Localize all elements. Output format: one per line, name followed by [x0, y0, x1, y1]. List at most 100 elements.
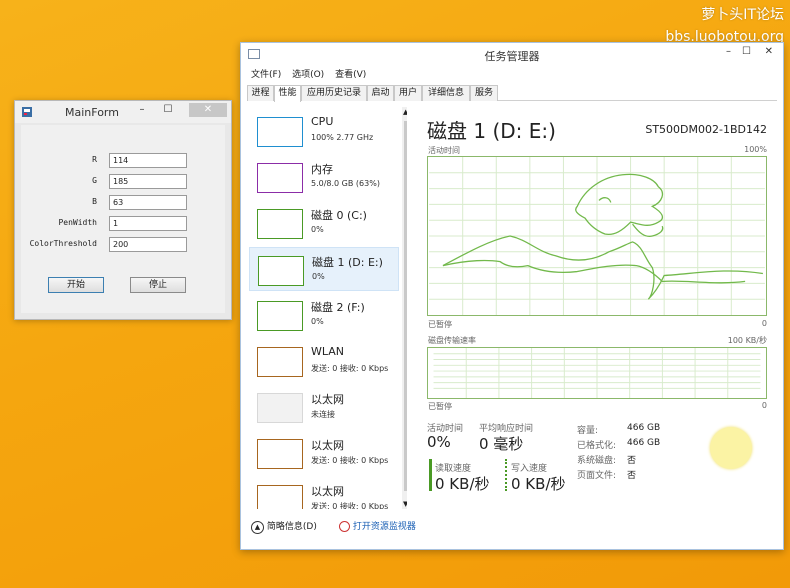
field-label-r: R	[92, 155, 97, 164]
mainform-titlebar[interactable]: MainForm – ☐ ✕	[15, 101, 231, 123]
sidebar-item-name: 以太网	[311, 393, 344, 406]
transfer-graph-zero: 0	[761, 401, 767, 410]
b-input[interactable]: 63	[109, 195, 187, 210]
resource-monitor-icon	[339, 521, 350, 532]
sidebar-item-sub: 5.0/8.0 GB (63%)	[311, 179, 380, 188]
mainform-window: MainForm – ☐ ✕ R 114 G 185 B 63 PenWidth…	[14, 100, 232, 320]
sidebar-item-memory[interactable]: 内存 5.0/8.0 GB (63%)	[249, 155, 399, 199]
close-button[interactable]: ✕	[765, 46, 773, 57]
sidebar-item-sub: 发送: 0 接收: 0 Kbps	[311, 502, 389, 509]
field-label-g: G	[92, 176, 97, 185]
tab-services[interactable]: 服务	[470, 85, 498, 101]
write-speed-value: 0 KB/秒	[511, 475, 566, 493]
sidebar-item-name: 以太网	[311, 485, 344, 498]
g-input[interactable]: 185	[109, 174, 187, 189]
mainform-title: MainForm	[65, 106, 119, 119]
write-indicator	[505, 459, 507, 491]
chevron-up-icon: ▲	[251, 521, 264, 534]
maximize-button[interactable]: ☐	[157, 103, 179, 117]
open-resmon-label: 打开资源监视器	[352, 522, 416, 532]
tab-performance[interactable]: 性能	[274, 85, 301, 102]
form-app-icon	[22, 107, 32, 117]
sidebar-item-ethernet-3[interactable]: 以太网 发送: 0 接收: 0 Kbps	[249, 477, 399, 509]
system-disk-value: 否	[627, 456, 637, 466]
menu-view[interactable]: 查看(V)	[335, 70, 366, 80]
activity-graph	[427, 156, 767, 316]
sidebar-item-sub: 发送: 0 接收: 0 Kbps	[311, 456, 389, 465]
sidebar-item-sub: 0%	[311, 317, 324, 326]
stop-button[interactable]: 停止	[130, 277, 186, 293]
menu-options[interactable]: 选项(O)	[292, 70, 324, 80]
sidebar-item-disk0[interactable]: 磁盘 0 (C:) 0%	[249, 201, 399, 245]
page-file-key: 页面文件:	[577, 471, 617, 481]
field-label-penwidth: PenWidth	[58, 218, 97, 227]
sidebar-item-wlan[interactable]: WLAN 发送: 0 接收: 0 Kbps	[249, 339, 399, 383]
disk2-thumb	[257, 301, 303, 331]
sidebar-item-ethernet-2[interactable]: 以太网 发送: 0 接收: 0 Kbps	[249, 431, 399, 475]
system-disk-key: 系统磁盘:	[577, 456, 617, 466]
ethernet-thumb	[257, 439, 303, 469]
close-button[interactable]: ✕	[189, 103, 227, 117]
task-manager-window: 任务管理器 – ☐ ✕ 文件(F) 选项(O) 查看(V) 进程 性能 应用历史…	[240, 42, 784, 550]
sidebar-item-disk1[interactable]: 磁盘 1 (D: E:) 0%	[249, 247, 399, 291]
cursor-highlight-circle	[710, 427, 752, 469]
sidebar-scrollbar[interactable]: ▲ ▼	[402, 107, 407, 509]
tab-bar: 进程 性能 应用历史记录 启动 用户 详细信息 服务	[247, 85, 777, 102]
taskmgr-title: 任务管理器	[484, 50, 540, 63]
sidebar-item-sub: 发送: 0 接收: 0 Kbps	[311, 364, 389, 373]
sidebar-item-name: WLAN	[311, 345, 345, 358]
tab-app-history[interactable]: 应用历史记录	[301, 85, 367, 101]
ethernet-thumb	[257, 485, 303, 509]
disk1-thumb	[258, 256, 304, 286]
maximize-button[interactable]: ☐	[742, 46, 751, 57]
sidebar-item-disk2[interactable]: 磁盘 2 (F:) 0%	[249, 293, 399, 337]
tab-startup[interactable]: 启动	[367, 85, 394, 101]
start-button[interactable]: 开始	[48, 277, 104, 293]
sidebar-item-name: 磁盘 2 (F:)	[311, 301, 365, 314]
transfer-graph-max: 100 KB/秒	[727, 336, 767, 345]
tab-details[interactable]: 详细信息	[422, 85, 470, 101]
sidebar-item-sub: 100% 2.77 GHz	[311, 133, 374, 142]
sidebar-item-ethernet-1[interactable]: 以太网 未连接	[249, 385, 399, 429]
sidebar-item-name: 磁盘 1 (D: E:)	[312, 256, 383, 269]
less-details-label: 简略信息(D)	[266, 522, 317, 532]
activity-graph-status: 已暂停	[428, 320, 452, 329]
response-time-value: 0 毫秒	[479, 435, 524, 453]
penwidth-input[interactable]: 1	[109, 216, 187, 231]
open-resmon-link[interactable]: 打开资源监视器	[339, 519, 416, 532]
activity-graph-zero: 0	[761, 319, 767, 328]
field-label-b: B	[92, 197, 97, 206]
activity-curve	[442, 173, 763, 300]
less-details-link[interactable]: ▲ 简略信息(D)	[251, 519, 317, 534]
tab-users[interactable]: 用户	[394, 85, 422, 101]
sidebar-item-name: 磁盘 0 (C:)	[311, 209, 367, 222]
sidebar-item-cpu[interactable]: CPU 100% 2.77 GHz	[249, 109, 399, 153]
activity-graph-max: 100%	[744, 145, 767, 154]
minimize-button[interactable]: –	[726, 46, 731, 57]
taskmgr-titlebar[interactable]: 任务管理器 – ☐ ✕	[241, 43, 783, 65]
cpu-thumb	[257, 117, 303, 147]
mainform-body: R 114 G 185 B 63 PenWidth 1 ColorThresho…	[21, 125, 225, 313]
sidebar-item-sub: 0%	[311, 225, 324, 234]
scroll-up-icon[interactable]: ▲	[403, 108, 407, 116]
transfer-graph-label: 磁盘传输速率	[428, 336, 476, 345]
wlan-thumb	[257, 347, 303, 377]
disk-title: 磁盘 1 (D: E:)	[427, 119, 556, 143]
field-label-colorthreshold: ColorThreshold	[29, 239, 97, 248]
capacity-value: 466 GB	[627, 423, 661, 433]
ethernet-thumb	[257, 393, 303, 423]
perf-sidebar: CPU 100% 2.77 GHz 内存 5.0/8.0 GB (63%) 磁盘…	[247, 107, 407, 509]
tab-processes[interactable]: 进程	[247, 85, 274, 101]
disk0-thumb	[257, 209, 303, 239]
scroll-thumb[interactable]	[404, 121, 407, 491]
sidebar-item-name: 内存	[311, 163, 333, 176]
minimize-button[interactable]: –	[131, 103, 153, 117]
activity-graph-label: 活动时间	[428, 146, 460, 155]
scroll-down-icon[interactable]: ▼	[403, 500, 407, 508]
menu-file[interactable]: 文件(F)	[251, 70, 281, 80]
menubar: 文件(F) 选项(O) 查看(V)	[251, 67, 374, 80]
r-input[interactable]: 114	[109, 153, 187, 168]
sidebar-item-name: CPU	[311, 115, 334, 128]
active-time-value: 0%	[427, 433, 451, 451]
colorthreshold-input[interactable]: 200	[109, 237, 187, 252]
